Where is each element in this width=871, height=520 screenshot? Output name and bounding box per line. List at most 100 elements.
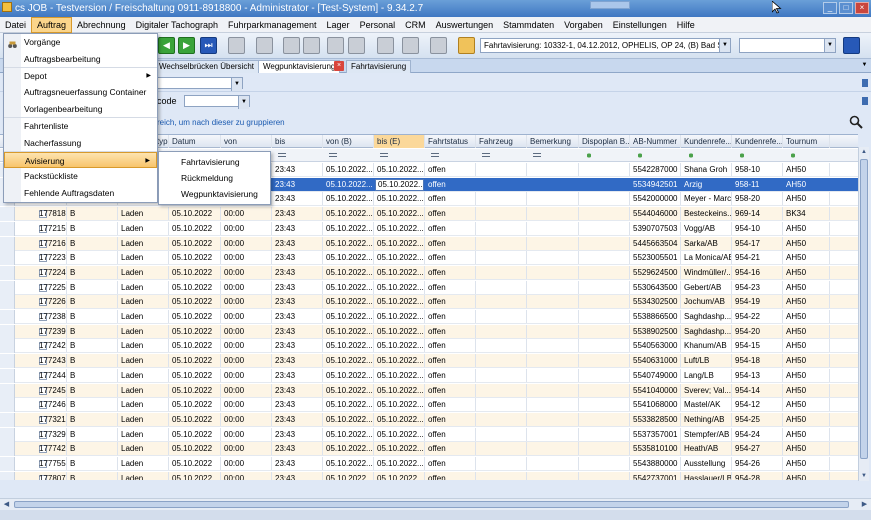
table-cell[interactable]: 954-20 [732,324,783,338]
table-cell[interactable] [476,251,527,265]
table-cell[interactable]: 5445663504 [630,236,681,250]
table-cell[interactable] [579,457,630,470]
table-cell[interactable]: 05.10.2022... [323,339,374,353]
table-cell[interactable] [527,265,579,279]
table-cell[interactable]: Jochum/AB [681,295,732,309]
truck-icon[interactable] [430,37,447,54]
table-cell[interactable]: Laden [118,280,169,294]
table-cell[interactable]: Laden [118,354,169,368]
column-header[interactable]: Fahrzeug [476,135,527,148]
tab-wechselbruecken[interactable]: Wechselbrücken Übersicht [154,60,260,73]
table-cell[interactable]: 177226-1 [36,295,67,309]
table-cell[interactable]: 05.10.2022... [374,339,425,353]
menu-item-auftragsneuerfassung-container[interactable]: Auftragsneuerfassung Container [4,84,157,101]
table-cell[interactable]: 00:00 [221,324,272,338]
table-cell[interactable]: offen [425,236,476,250]
minimize-icon[interactable]: _ [823,2,837,14]
table-cell[interactable]: B [67,280,118,294]
table-cell[interactable]: AH50 [783,471,830,480]
table-row[interactable]: 177223-1BLaden05.10.202200:0023:4305.10.… [0,251,858,266]
table-cell[interactable]: 05.10.2022... [374,457,425,470]
table-cell[interactable]: Ausstellung [681,457,732,470]
table-cell[interactable]: 23:43 [272,427,323,441]
menu-crm[interactable]: CRM [400,17,431,33]
table-cell[interactable]: 23:43 [272,207,323,221]
table-cell[interactable]: 05.10.2022 [169,310,221,323]
table-cell[interactable]: 00:00 [221,442,272,456]
table-cell[interactable]: B [67,398,118,412]
search-trip-icon[interactable] [458,37,475,54]
table-cell[interactable]: Saghdashp... [681,310,732,323]
menu-item-depot[interactable]: Depot ▶ [4,68,157,85]
table-cell[interactable]: 05.10.2022 [169,251,221,265]
table-cell[interactable]: 5542000000 [630,192,681,206]
table-cell[interactable]: 05.10.2022... [323,310,374,323]
table-cell[interactable]: Laden [118,207,169,221]
table-cell[interactable]: 05.10.2022 [169,265,221,279]
column-header[interactable]: Kundenrefe... [681,135,732,148]
chevron-down-icon[interactable]: ▼ [231,78,242,91]
route-icon[interactable] [402,37,419,54]
table-cell[interactable]: 00:00 [221,207,272,221]
row-selector[interactable] [0,442,15,457]
table-cell[interactable]: 954-17 [732,236,783,250]
filter-equals-icon[interactable] [431,153,439,157]
table-cell[interactable]: 05.10.2022... [374,383,425,397]
row-selector[interactable] [0,368,15,383]
table-cell[interactable]: 05.10.2022... [323,207,374,221]
table-cell[interactable]: 958-10 [732,163,783,176]
table-cell[interactable]: 23:43 [272,192,323,206]
table-cell[interactable]: 05.10.2022 [169,236,221,250]
table-cell[interactable]: 177245-1 [36,383,67,397]
table-cell[interactable]: offen [425,310,476,323]
table-cell[interactable]: 05.10.2022... [374,207,425,221]
row-selector[interactable] [0,310,15,324]
table-cell[interactable]: 177215-1 [36,221,67,235]
table-cell[interactable]: Stempfer/AB [681,427,732,441]
menu-item-nacherfassung[interactable]: Nacherfassung [4,135,157,152]
table-cell[interactable]: 23:43 [272,280,323,294]
table-cell[interactable]: B [67,354,118,368]
table-cell[interactable]: 00:00 [221,383,272,397]
table-cell[interactable]: offen [425,442,476,456]
table-cell[interactable]: 05.10.2022 [169,280,221,294]
table-cell[interactable] [527,207,579,221]
table-cell[interactable]: 954-22 [732,310,783,323]
tab-wegpunktavisierung[interactable]: Wegpunktavisierung [258,60,341,73]
column-header[interactable]: Datum [169,135,221,148]
table-cell[interactable]: Arzig [681,177,732,191]
table-cell[interactable]: 05.10.2022... [323,398,374,412]
table-cell[interactable] [527,457,579,470]
table-cell[interactable] [527,221,579,235]
table-row[interactable]: 177244-1BLaden05.10.202200:0023:4305.10.… [0,368,858,383]
table-cell[interactable]: Gebert/AB [681,280,732,294]
table-cell[interactable]: 5534942501 [630,177,681,191]
table-cell[interactable]: Laden [118,383,169,397]
table-cell[interactable] [579,383,630,397]
table-cell[interactable] [476,442,527,456]
table-cell[interactable] [527,324,579,338]
table-cell[interactable]: Sarka/AB [681,236,732,250]
table-cell[interactable]: offen [425,192,476,206]
table-cell[interactable]: AH50 [783,427,830,441]
table-cell[interactable]: 5540631000 [630,354,681,368]
table-cell[interactable]: 5533828500 [630,412,681,426]
table-cell[interactable] [476,310,527,323]
menu-auswertungen[interactable]: Auswertungen [431,17,499,33]
column-header[interactable]: Bemerkung [527,135,579,148]
table-cell[interactable] [527,427,579,441]
table-cell[interactable]: 177223-1 [36,251,67,265]
column-header[interactable]: AB-Nummer [630,135,681,148]
table-cell[interactable]: 23:43 [272,251,323,265]
table-cell[interactable] [527,163,579,176]
table-cell[interactable]: 954-15 [732,339,783,353]
table-cell[interactable] [579,163,630,176]
column-header[interactable]: von (B) [323,135,374,148]
table-cell[interactable]: AH50 [783,295,830,309]
table-cell[interactable]: B [67,265,118,279]
table-cell[interactable] [579,442,630,456]
table-cell[interactable]: 05.10.2022... [374,236,425,250]
table-cell[interactable]: 5523005501 [630,251,681,265]
table-cell[interactable]: B [67,324,118,338]
table-cell[interactable]: 5541040000 [630,383,681,397]
